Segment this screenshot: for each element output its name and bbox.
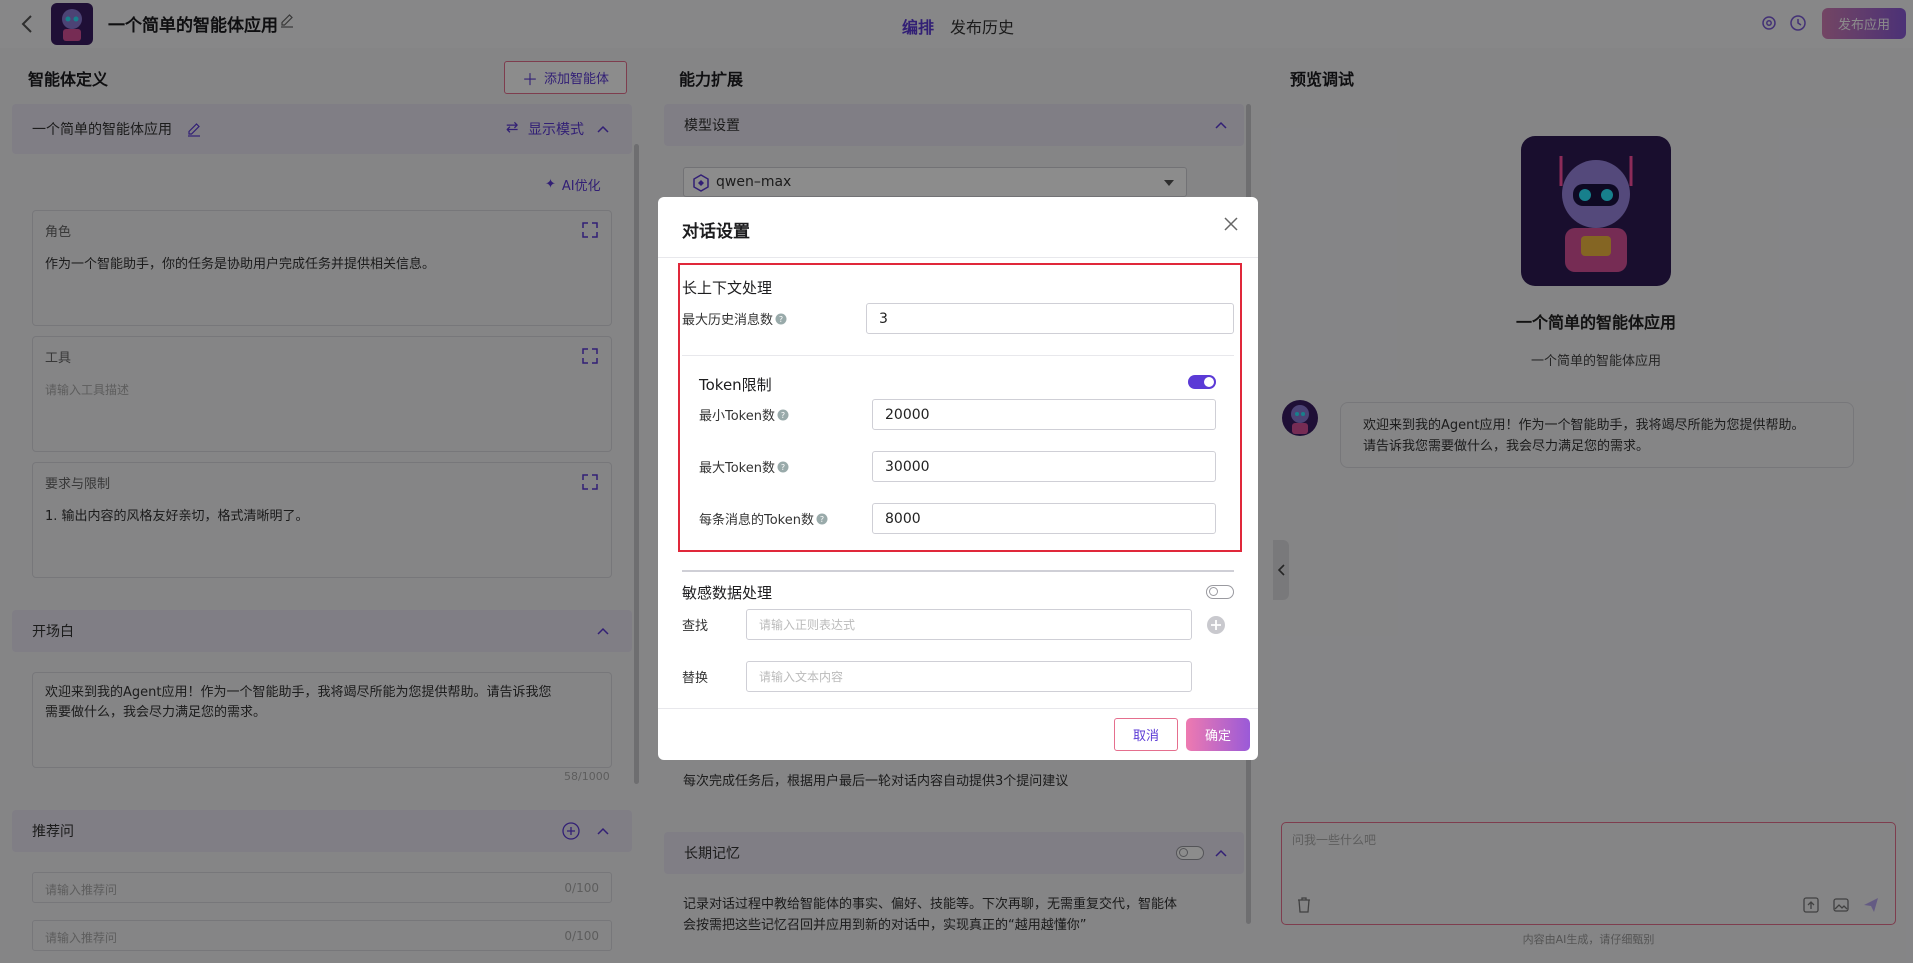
conversation-settings-dialog: 对话设置 长上下文处理 最大历史消息数 ? 3 Token限制 最小Token数… [658, 197, 1258, 760]
confirm-button[interactable]: 确定 [1186, 718, 1250, 751]
sensitive-toggle[interactable] [1206, 585, 1234, 599]
help-icon[interactable]: ? [775, 313, 787, 325]
max-token-label-text: 最大Token数 [699, 461, 775, 476]
min-token-label-text: 最小Token数 [699, 409, 775, 424]
max-history-input[interactable]: 3 [866, 303, 1234, 334]
token-limit-title: Token限制 [699, 376, 772, 394]
help-icon[interactable]: ? [777, 409, 789, 421]
max-token-label: 最大Token数 ? [699, 457, 789, 476]
min-token-input[interactable]: 20000 [872, 399, 1216, 430]
token-limit-toggle[interactable] [1188, 375, 1216, 389]
help-icon[interactable]: ? [777, 461, 789, 473]
svg-text:?: ? [781, 463, 785, 472]
find-regex-input[interactable]: 请输入正则表达式 [746, 609, 1192, 640]
divider [658, 257, 1258, 258]
per-message-token-label: 每条消息的Token数 ? [699, 509, 828, 528]
max-history-label-text: 最大历史消息数 [682, 313, 774, 328]
per-message-token-input[interactable]: 8000 [872, 503, 1216, 534]
close-icon[interactable] [1222, 215, 1240, 233]
svg-text:?: ? [781, 411, 785, 420]
divider [682, 355, 1234, 356]
divider [658, 708, 1258, 709]
sensitive-title: 敏感数据处理 [682, 584, 773, 602]
help-icon[interactable]: ? [816, 513, 828, 525]
svg-text:?: ? [779, 315, 783, 324]
per-message-token-label-text: 每条消息的Token数 [699, 513, 814, 528]
svg-text:?: ? [820, 515, 824, 524]
max-history-label: 最大历史消息数 ? [682, 309, 787, 328]
min-token-label: 最小Token数 ? [699, 405, 789, 424]
replace-text-input[interactable]: 请输入文本内容 [746, 661, 1192, 692]
add-rule-icon[interactable] [1206, 615, 1226, 635]
long-context-title: 长上下文处理 [682, 279, 773, 297]
replace-label: 替换 [682, 671, 709, 686]
dialog-title: 对话设置 [682, 222, 750, 242]
find-label: 查找 [682, 619, 709, 634]
divider [682, 570, 1234, 572]
max-token-input[interactable]: 30000 [872, 451, 1216, 482]
cancel-button[interactable]: 取消 [1114, 718, 1178, 751]
